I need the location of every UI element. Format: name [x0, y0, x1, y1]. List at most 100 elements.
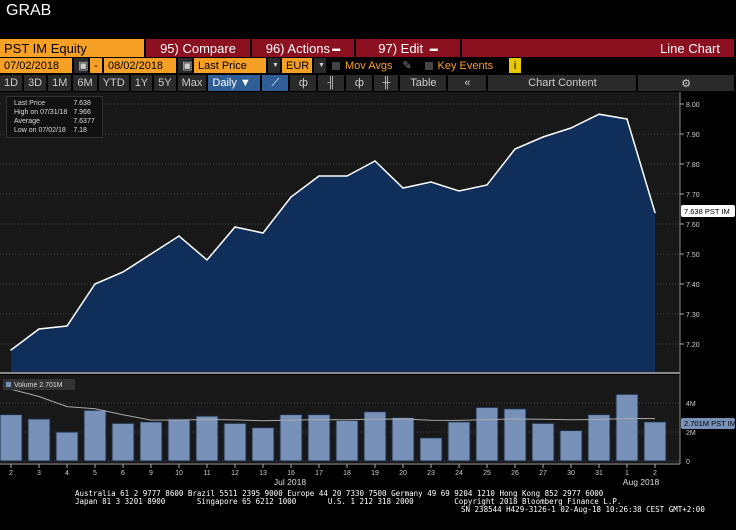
- period-1d[interactable]: 1D: [0, 75, 23, 91]
- chart-legend: Last Price 7.638 High on 07/31/18 7.966 Av…: [6, 96, 103, 138]
- period-row: 1D 3D 1M 6M YTD 1Y 5Y Max Daily ▼ ⟋ ф ╢ …: [0, 75, 736, 91]
- dropdown-icon: ▬: [423, 43, 438, 53]
- mov-avgs-label: Mov Avgs: [345, 59, 393, 72]
- chart-type-label: Line Chart: [462, 39, 734, 57]
- y-tick-label: 8.00: [686, 102, 700, 109]
- volume-bar: [251, 427, 275, 462]
- pencil-icon[interactable]: ✎: [399, 58, 419, 73]
- start-date-input[interactable]: 07/02/2018: [0, 58, 72, 73]
- chevron-down-icon[interactable]: ▼: [314, 58, 326, 73]
- actions-button[interactable]: 96) Actions ▬: [252, 39, 354, 57]
- period-1m[interactable]: 1M: [48, 75, 72, 91]
- volume-tick-label: 0: [686, 459, 690, 466]
- y-tick-label: 7.20: [686, 342, 700, 349]
- period-ytd[interactable]: YTD: [98, 75, 129, 91]
- checkbox-icon: [332, 61, 340, 70]
- chart-content-button[interactable]: Chart Content: [488, 75, 637, 91]
- currency-select[interactable]: EUR: [282, 58, 312, 73]
- security-field[interactable]: PST IM Equity: [0, 39, 144, 57]
- candle-icon[interactable]: ф: [346, 75, 373, 91]
- key-events-toggle[interactable]: Key Events: [421, 58, 498, 73]
- x-tick-label: 24: [455, 470, 463, 477]
- volume-bar: [27, 418, 51, 462]
- actions-label: 96) Actions: [265, 40, 331, 56]
- x-tick-label: 25: [483, 470, 491, 477]
- y-tick-label: 7.70: [686, 192, 700, 199]
- volume-tick-label: 4M: [686, 401, 696, 408]
- collapse-button[interactable]: «: [448, 75, 487, 91]
- y-tick-label: 7.60: [686, 222, 700, 229]
- key-events-label: Key Events: [437, 59, 494, 72]
- dropdown-icon: ▬: [330, 43, 341, 53]
- volume-bar: [335, 419, 359, 462]
- ohlc-icon[interactable]: ф: [290, 75, 317, 91]
- legend-row: Low on 07/02/18 7.18: [11, 126, 98, 135]
- table-button[interactable]: Table: [400, 75, 447, 91]
- line-chart-icon[interactable]: ⟋: [262, 75, 289, 91]
- legend-label: High on 07/31/18: [14, 109, 68, 116]
- volume-bar: [279, 414, 303, 462]
- period-max[interactable]: Max: [177, 75, 207, 91]
- calendar-icon[interactable]: ▣: [178, 58, 192, 73]
- footer: Australia 61 2 9777 8600 Brazil 5511 239…: [75, 490, 705, 514]
- volume-bar: [475, 406, 499, 462]
- field-select[interactable]: Last Price: [194, 58, 266, 73]
- x-tick-label: 26: [511, 470, 519, 477]
- volume-bar: [615, 393, 639, 462]
- x-tick-label: 20: [399, 470, 407, 477]
- volume-bar: [419, 437, 443, 462]
- volume-bar: [531, 422, 555, 462]
- x-tick-label: 3: [37, 470, 41, 477]
- volume-bar: [195, 415, 219, 462]
- x-tick-label: 18: [343, 470, 351, 477]
- x-tick-label: 30: [567, 470, 575, 477]
- window-title: GRAB: [6, 2, 52, 19]
- price-chart[interactable]: 8.00 7.90 7.80 7.70 7.60 7.50 7.40 7.30 7.20 4M 2M…: [0, 92, 736, 489]
- mov-avgs-toggle[interactable]: Mov Avgs: [328, 58, 397, 73]
- volume-bar: [111, 422, 135, 462]
- period-5y[interactable]: 5Y: [154, 75, 176, 91]
- compare-button[interactable]: 95) Compare: [146, 39, 250, 57]
- calendar-icon[interactable]: ▣: [74, 58, 88, 73]
- chevron-down-icon[interactable]: ▼: [268, 58, 280, 73]
- x-tick-label: 23: [427, 470, 435, 477]
- y-tick-label: 7.80: [686, 162, 700, 169]
- frequency-select[interactable]: Daily ▼: [208, 75, 261, 91]
- volume-bar: [167, 418, 191, 462]
- bar-chart-icon[interactable]: ╢: [318, 75, 345, 91]
- y-tick-label: 7.30: [686, 312, 700, 319]
- period-6m[interactable]: 6M: [73, 75, 97, 91]
- volume-bar: [83, 409, 107, 462]
- legend-value: 7.18: [73, 127, 87, 134]
- x-tick-label: 5: [93, 470, 97, 477]
- end-date-input[interactable]: 08/02/2018: [104, 58, 176, 73]
- x-tick-label: 9: [149, 470, 153, 477]
- hlc-icon[interactable]: ╫: [374, 75, 399, 91]
- x-tick-label: 2: [9, 470, 13, 477]
- period-1y[interactable]: 1Y: [130, 75, 153, 91]
- y-tick-label: 7.50: [686, 252, 700, 259]
- period-3d[interactable]: 3D: [24, 75, 47, 91]
- volume-bar: [139, 421, 163, 462]
- price-tag: 7.638 PST IM: [684, 207, 730, 216]
- volume-tag: 2.701M PST IM: [684, 419, 736, 428]
- edit-button[interactable]: 97) Edit ▬: [356, 39, 460, 57]
- legend-label: Average: [14, 118, 40, 125]
- volume-bar: [55, 431, 79, 462]
- settings-icon[interactable]: ⚙: [638, 75, 734, 91]
- volume-legend: Volume 2.701M: [14, 382, 63, 389]
- volume-bar: [0, 414, 23, 462]
- checkbox-icon: [424, 61, 433, 70]
- legend-row: Average 7.6377: [11, 117, 98, 126]
- month-label-aug: Aug 2018: [623, 477, 660, 487]
- volume-bar: [447, 421, 471, 462]
- y-tick-label: 7.90: [686, 132, 700, 139]
- x-tick-label: 13: [259, 470, 267, 477]
- y-tick-label: 7.40: [686, 282, 700, 289]
- volume-bar: [643, 421, 667, 462]
- footer-line3: SN 238544 H429-3126-1 02-Aug-18 10:26:38…: [461, 505, 705, 514]
- legend-value: 7.6377: [73, 118, 95, 125]
- info-icon[interactable]: i: [509, 58, 522, 73]
- legend-row: Last Price 7.638: [11, 99, 98, 108]
- x-tick-label: 16: [287, 470, 295, 477]
